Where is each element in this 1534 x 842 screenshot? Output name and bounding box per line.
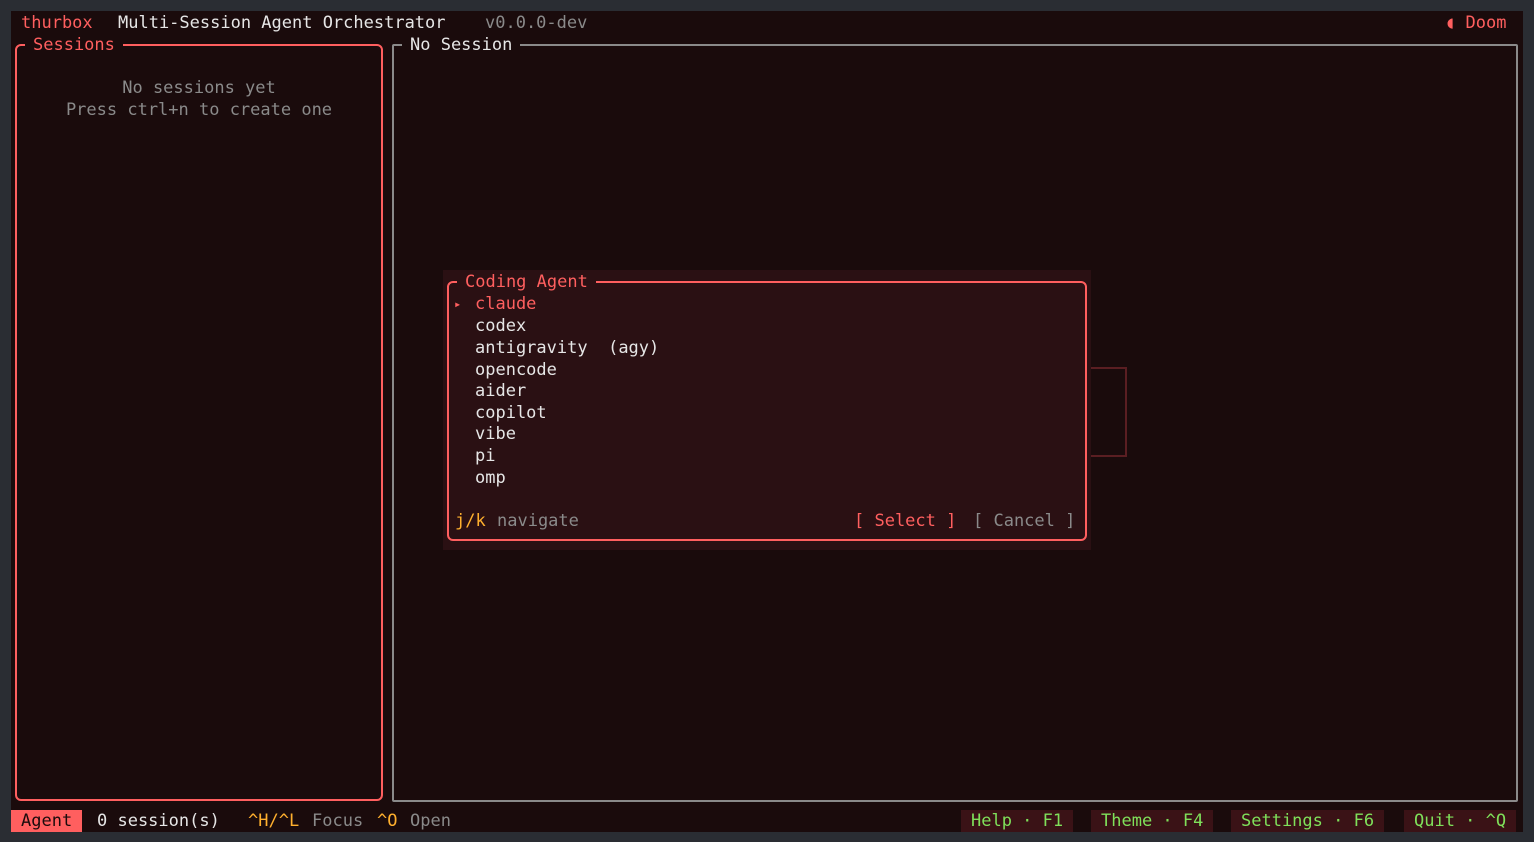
select-button[interactable]: [ Select ]: [854, 510, 956, 532]
theme-name: Doom: [1465, 13, 1507, 33]
theme-shortcut[interactable]: Theme · F4: [1091, 810, 1214, 832]
sessions-panel-title: Sessions: [25, 34, 123, 56]
coding-agent-dialog-title: Coding Agent: [457, 271, 596, 293]
focus-label: Focus: [312, 811, 364, 831]
theme-indicator[interactable]: ◖ Doom: [1445, 12, 1506, 34]
coding-agent-dialog: Coding Agent ▸ claude codex antigravity …: [447, 271, 1087, 541]
terminal-window: thurbox Multi-Session Agent Orchestrator…: [11, 11, 1523, 832]
selection-marker-icon: ▸: [454, 297, 462, 311]
navigate-key-hint: j/k: [455, 511, 486, 531]
session-view-title: No Session: [402, 34, 521, 56]
status-bar: Agent 0 session(s) ^H/^L Focus ^O Open H…: [11, 810, 1523, 832]
agent-option-codex[interactable]: codex: [475, 315, 526, 337]
cancel-button[interactable]: [ Cancel ]: [973, 510, 1075, 532]
open-label: Open: [410, 811, 451, 831]
sessions-empty-hint: Press ctrl+n to create one: [65, 100, 333, 120]
mode-badge: Agent: [11, 810, 83, 832]
agent-option-omp[interactable]: omp: [475, 467, 506, 489]
app-name: thurbox: [21, 13, 93, 33]
navigate-hint-label: navigate: [497, 511, 579, 531]
agent-option-opencode[interactable]: opencode: [475, 359, 557, 381]
agent-option-vibe[interactable]: vibe: [475, 423, 516, 445]
agent-option-aider[interactable]: aider: [475, 380, 526, 402]
quit-shortcut[interactable]: Quit · ^Q: [1404, 810, 1517, 832]
sessions-panel[interactable]: Sessions No sessions yet Press ctrl+n to…: [15, 34, 383, 801]
open-key: ^O: [377, 811, 398, 831]
agent-option-claude[interactable]: claude: [475, 293, 536, 315]
session-count: 0 session(s): [97, 811, 220, 831]
help-shortcut[interactable]: Help · F1: [961, 810, 1074, 832]
app-subtitle: Multi-Session Agent Orchestrator: [118, 13, 446, 33]
sessions-empty-message: No sessions yet: [122, 78, 276, 98]
settings-shortcut[interactable]: Settings · F6: [1231, 810, 1385, 832]
agent-option-pi[interactable]: pi: [475, 445, 495, 467]
focus-key: ^H/^L: [248, 811, 300, 831]
app-version: v0.0.0-dev: [485, 13, 588, 33]
moon-icon: ◖: [1445, 13, 1456, 33]
agent-option-copilot[interactable]: copilot: [475, 402, 547, 424]
background-dialog-edge: [1087, 367, 1127, 457]
agent-option-antigravity[interactable]: antigravity (agy): [475, 337, 659, 359]
